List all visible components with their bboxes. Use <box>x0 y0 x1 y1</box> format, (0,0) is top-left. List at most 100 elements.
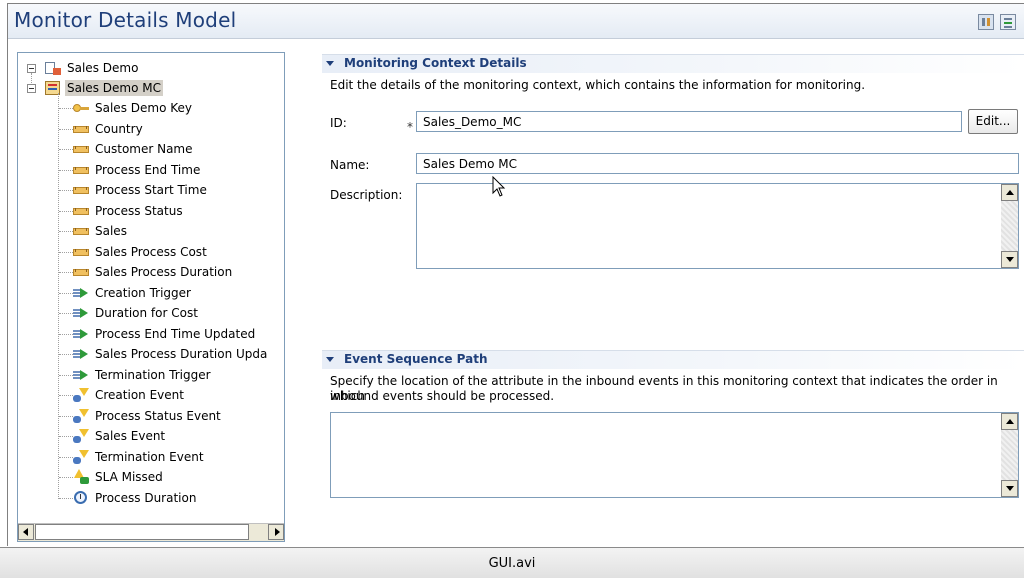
metric-icon <box>72 264 90 280</box>
metric-icon <box>72 121 90 137</box>
scroll-up-icon[interactable] <box>1001 413 1018 430</box>
trigger-icon <box>72 285 90 301</box>
tree-connector <box>59 252 73 253</box>
event-icon <box>72 428 90 444</box>
tree-item-label: Process Status Event <box>95 409 221 423</box>
tree-item[interactable]: Termination Trigger <box>72 365 213 385</box>
tree-item-label: Process End Time <box>95 163 201 177</box>
tree-connector <box>59 313 73 314</box>
outbound-event-icon <box>72 469 90 485</box>
tree-connector <box>59 190 73 191</box>
metric-icon <box>72 203 90 219</box>
collapse-toggle-icon[interactable] <box>27 64 36 73</box>
scroll-down-icon[interactable] <box>1001 480 1018 497</box>
tree-item-label: Process Duration <box>95 491 197 505</box>
editor-title: Monitor Details Model <box>14 8 237 32</box>
tree-item-label: Sales Demo Key <box>95 101 192 115</box>
tree-connector <box>59 129 73 130</box>
tree-item-label: Country <box>95 122 143 136</box>
scroll-thumb[interactable] <box>35 524 249 540</box>
description-scrollbar[interactable] <box>1001 184 1018 268</box>
edit-button[interactable]: Edit... <box>968 109 1018 134</box>
tree-item[interactable]: Duration for Cost <box>72 303 200 323</box>
tree-item-label: Creation Event <box>95 388 184 402</box>
description-label: Description: <box>330 188 403 202</box>
tree-horizontal-scrollbar[interactable] <box>18 523 284 541</box>
tree-item-label: Sales Demo <box>67 61 139 75</box>
tree-item-label: Process Start Time <box>95 183 207 197</box>
tree-item-label: Process End Time Updated <box>95 327 256 341</box>
tree-connector <box>59 108 73 109</box>
tree-connector <box>59 293 73 294</box>
tree-item-label: SLA Missed <box>95 470 163 484</box>
id-label: ID: <box>330 116 347 130</box>
collapse-toggle-icon[interactable] <box>27 84 36 93</box>
tree-item-root[interactable]: Sales Demo <box>44 58 140 78</box>
metric-icon <box>72 244 90 260</box>
event-sequence-path-header[interactable]: Event Sequence Path <box>322 350 1024 369</box>
tree-item[interactable]: Sales Process Cost <box>72 242 209 262</box>
tree-item[interactable]: Sales Event <box>72 426 167 446</box>
tree-item[interactable]: Customer Name <box>72 139 195 159</box>
tree-item[interactable]: Creation Event <box>72 385 186 405</box>
details-view-icon[interactable] <box>978 14 994 30</box>
tree-item[interactable]: SLA Missed <box>72 467 165 487</box>
tree-item-label: Sales Process Cost <box>95 245 207 259</box>
tree-item[interactable]: Country <box>72 119 145 139</box>
scroll-left-icon[interactable] <box>18 524 34 540</box>
tree-item[interactable]: Process End Time <box>72 160 202 180</box>
metric-icon <box>72 223 90 239</box>
tree-item-label: Duration for Cost <box>95 306 198 320</box>
tree-item-label: Termination Trigger <box>95 368 211 382</box>
tree-item[interactable]: Sales Process Duration <box>72 262 234 282</box>
tree-item[interactable]: Creation Trigger <box>72 283 193 303</box>
tree-item[interactable]: Sales Process Duration Upda <box>72 344 269 364</box>
event-sequence-textarea[interactable] <box>330 412 1019 498</box>
tree-connector <box>59 334 73 335</box>
section-title: Event Sequence Path <box>344 352 488 366</box>
tree-connector <box>59 354 73 355</box>
tree-item[interactable]: Process Duration <box>72 488 198 508</box>
event-icon <box>72 387 90 403</box>
monitoring-context-details-header[interactable]: Monitoring Context Details <box>322 54 1024 73</box>
trigger-icon <box>72 326 90 342</box>
scroll-down-icon[interactable] <box>1001 251 1018 268</box>
details-description: Edit the details of the monitoring conte… <box>330 78 866 92</box>
tree-item[interactable]: Sales Demo Key <box>72 98 194 118</box>
event-sequence-description-line2: inbound events should be processed. <box>330 389 555 403</box>
metric-icon <box>72 162 90 178</box>
mouse-pointer-icon <box>492 176 506 197</box>
tree-item-label: Sales Process Duration Upda <box>95 347 268 361</box>
tree-connector <box>59 477 73 478</box>
id-field[interactable]: Sales_Demo_MC <box>416 111 962 132</box>
metric-icon <box>72 182 90 198</box>
collapse-triangle-icon[interactable] <box>326 357 334 362</box>
tree-item[interactable]: Process Start Time <box>72 180 209 200</box>
scroll-right-icon[interactable] <box>268 524 284 540</box>
tree-item[interactable]: Sales <box>72 221 129 241</box>
outline-view-icon[interactable] <box>1000 14 1016 30</box>
scroll-up-icon[interactable] <box>1001 184 1018 201</box>
event-sequence-scrollbar[interactable] <box>1001 413 1018 497</box>
tree-connector <box>59 231 73 232</box>
event-icon <box>72 449 90 465</box>
tree-item-monitoring-context[interactable]: Sales Demo MC <box>44 78 163 98</box>
tree-connector <box>59 170 73 171</box>
stopwatch-icon <box>72 490 90 506</box>
trigger-icon <box>72 367 90 383</box>
tree-item-label: Sales Demo MC <box>65 80 163 96</box>
tree-connector <box>59 149 73 150</box>
model-icon <box>44 60 62 76</box>
tree-item[interactable]: Process Status <box>72 201 185 221</box>
event-icon <box>72 408 90 424</box>
trigger-icon <box>72 346 90 362</box>
collapse-triangle-icon[interactable] <box>326 61 334 66</box>
tree-item[interactable]: Termination Event <box>72 447 206 467</box>
key-icon <box>72 100 90 116</box>
tree-item[interactable]: Process Status Event <box>72 406 223 426</box>
model-tree[interactable]: Sales Demo Sales Demo MC Sales Demo Key Cou… <box>17 52 285 542</box>
tree-connector <box>59 457 73 458</box>
name-field[interactable]: Sales Demo MC <box>416 153 1019 174</box>
tree-item[interactable]: Process End Time Updated <box>72 324 257 344</box>
tree-connector <box>58 93 59 499</box>
